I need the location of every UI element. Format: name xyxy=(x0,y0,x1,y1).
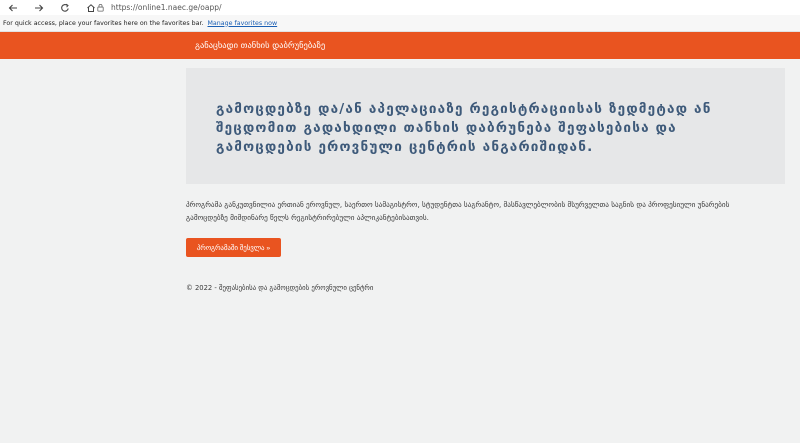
manage-favorites-link[interactable]: Manage favorites now xyxy=(208,20,278,27)
favorites-bar: For quick access, place your favorites h… xyxy=(0,15,800,32)
browser-toolbar: https://online1.naec.ge/oapp/ xyxy=(0,0,800,15)
favorites-bar-text: For quick access, place your favorites h… xyxy=(3,19,204,27)
back-icon[interactable] xyxy=(6,1,20,15)
footer-copyright: © 2022 - შეფასებისა და გამოცდების ეროვნუ… xyxy=(186,284,374,292)
page-title: გამოცდებზე და/ან აპელაციაზე რეგისტრაციის… xyxy=(216,101,712,155)
forward-icon[interactable] xyxy=(32,1,46,15)
lock-icon xyxy=(97,3,104,12)
enter-program-button[interactable]: პროგრამაში შესვლა » xyxy=(186,238,281,257)
refresh-icon[interactable] xyxy=(58,1,72,15)
address-bar[interactable]: https://online1.naec.ge/oapp/ xyxy=(96,1,222,13)
jumbotron: გამოცდებზე და/ან აპელაციაზე რეგისტრაციის… xyxy=(186,68,785,184)
site-navbar: განაცხადი თანხის დაბრუნებაზე xyxy=(0,32,800,59)
url-text: https://online1.naec.ge/oapp/ xyxy=(111,2,222,12)
intro-text: პროგრამა განკუთვნილია ერთიან ეროვნულ, სა… xyxy=(186,200,730,222)
navbar-brand[interactable]: განაცხადი თანხის დაბრუნებაზე xyxy=(195,41,325,51)
